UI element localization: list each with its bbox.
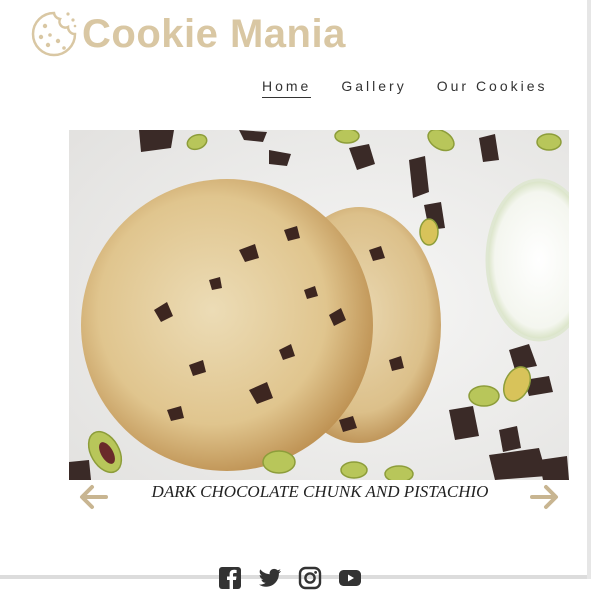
previous-slide-arrow-icon[interactable] xyxy=(78,482,108,512)
site-title[interactable]: Cookie Mania xyxy=(82,12,346,57)
social-links xyxy=(218,566,362,590)
youtube-icon[interactable] xyxy=(338,566,362,590)
cookie-photo xyxy=(69,130,569,480)
twitter-icon[interactable] xyxy=(258,566,282,590)
nav-item-home[interactable]: Home xyxy=(262,78,312,98)
main-nav: Home Gallery Our Cookies xyxy=(262,78,548,98)
facebook-icon[interactable] xyxy=(218,566,242,590)
nav-item-our-cookies[interactable]: Our Cookies xyxy=(437,78,548,98)
instagram-icon[interactable] xyxy=(298,566,322,590)
cookie-logo-icon[interactable] xyxy=(30,10,78,58)
site-header: Cookie Mania xyxy=(30,6,346,62)
slide-caption: DARK CHOCOLATE CHUNK AND PISTACHIO xyxy=(151,482,489,501)
nav-item-gallery[interactable]: Gallery xyxy=(341,78,406,98)
right-edge-divider xyxy=(587,0,591,579)
slideshow-image[interactable] xyxy=(69,130,569,480)
next-slide-arrow-icon[interactable] xyxy=(530,482,560,512)
